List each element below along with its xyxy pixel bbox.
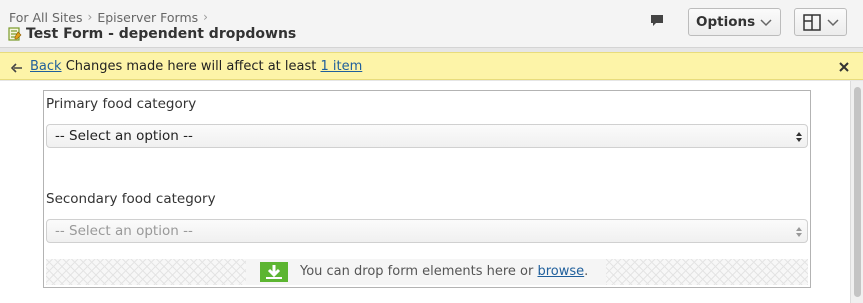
- notification-message: Back Changes made here will affect at le…: [30, 59, 362, 74]
- affected-items-link[interactable]: 1 item: [321, 59, 363, 74]
- primary-field-label: Primary food category: [46, 96, 197, 112]
- secondary-food-category-select[interactable]: -- Select an option --: [46, 219, 808, 243]
- back-arrow-icon[interactable]: [10, 62, 23, 77]
- drop-zone-text: You can drop form elements here or brows…: [300, 264, 588, 279]
- drop-zone[interactable]: You can drop form elements here or brows…: [46, 259, 808, 285]
- page-title: Test Form - dependent dropdowns: [26, 26, 297, 42]
- primary-select-value: -- Select an option --: [55, 128, 193, 144]
- browse-link[interactable]: browse: [538, 264, 585, 279]
- form-container: Primary food category -- Select an optio…: [43, 90, 811, 288]
- breadcrumb-separator-icon: ›: [87, 10, 93, 24]
- notification-bar: Back Changes made here will affect at le…: [0, 52, 863, 80]
- primary-food-category-select[interactable]: -- Select an option --: [46, 124, 808, 148]
- view-mode-button[interactable]: [794, 8, 847, 36]
- drop-zone-instruction: You can drop form elements here or: [300, 264, 534, 279]
- secondary-select-value: -- Select an option --: [55, 223, 193, 239]
- notification-text: Changes made here will affect at least: [65, 59, 317, 74]
- back-link[interactable]: Back: [30, 59, 62, 74]
- breadcrumb-item-episerver-forms[interactable]: Episerver Forms: [97, 10, 198, 25]
- page-title-row: Test Form - dependent dropdowns: [8, 25, 296, 43]
- close-icon[interactable]: [838, 61, 850, 77]
- breadcrumb-separator-icon: ›: [203, 10, 208, 24]
- options-button-label: Options: [696, 14, 756, 30]
- form-page-icon: [8, 27, 22, 41]
- secondary-field-label: Secondary food category: [46, 191, 216, 207]
- comment-icon[interactable]: [649, 13, 665, 29]
- vertical-scrollbar[interactable]: [850, 81, 863, 303]
- top-header: For All Sites › Episerver Forms › Test F…: [0, 0, 863, 48]
- drop-zone-suffix: .: [584, 264, 589, 279]
- chevron-down-icon: [827, 17, 839, 32]
- select-arrows-icon: [795, 130, 803, 148]
- options-button[interactable]: Options: [688, 8, 781, 36]
- layout-panel-icon: [803, 14, 821, 35]
- breadcrumb: For All Sites › Episerver Forms ›: [9, 9, 210, 25]
- drop-zone-message: You can drop form elements here or brows…: [246, 259, 606, 285]
- select-arrows-icon: [795, 225, 803, 243]
- breadcrumb-item-all-sites[interactable]: For All Sites: [9, 10, 83, 25]
- chevron-down-icon: [760, 17, 772, 32]
- drop-down-arrow-icon: [260, 262, 288, 286]
- scrollbar-thumb[interactable]: [854, 87, 861, 297]
- form-editor-area: Primary food category -- Select an optio…: [0, 81, 850, 303]
